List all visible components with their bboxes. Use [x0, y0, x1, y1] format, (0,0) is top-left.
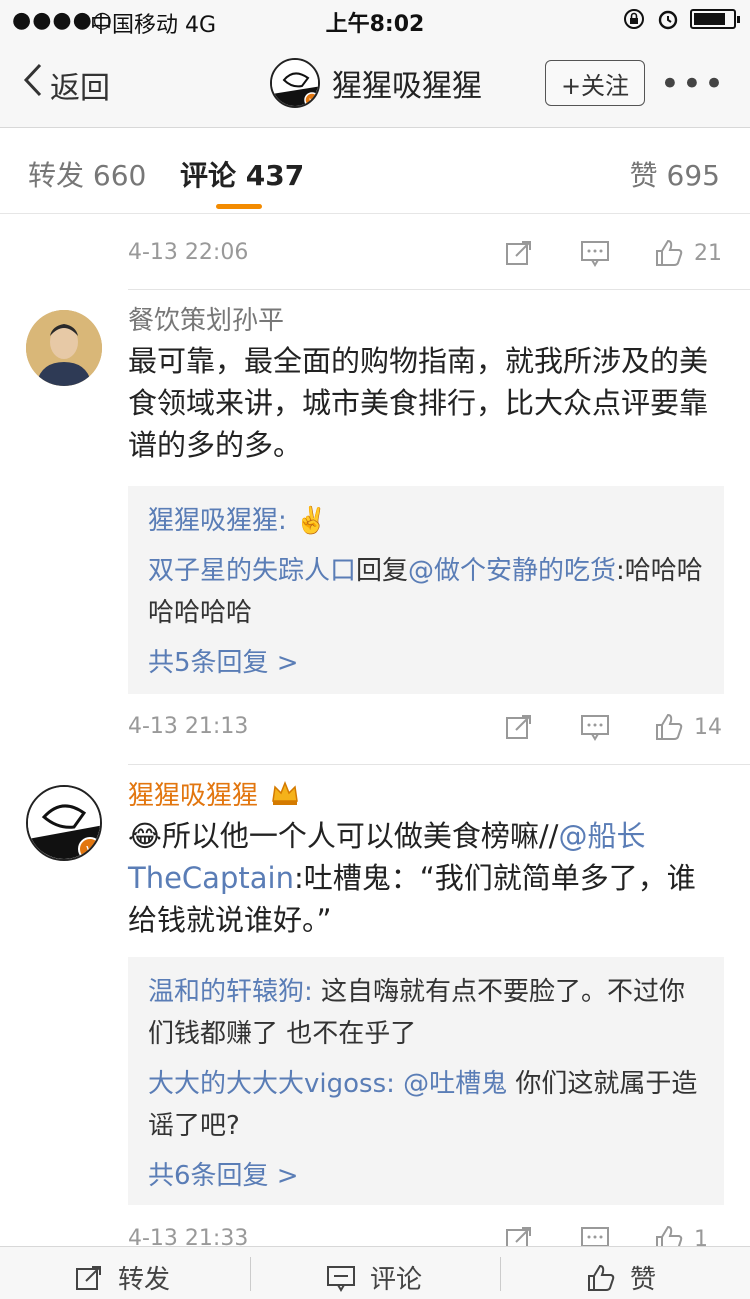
alarm-icon — [658, 10, 678, 30]
reply-text: ✌️ — [286, 506, 328, 536]
status-bar: ●●●●○ 中国移动 4G 上午8:02 — [0, 0, 750, 40]
like-count: 14 — [694, 714, 722, 740]
page-title: 猩猩吸猩猩 — [332, 69, 482, 104]
comment-time: 4-13 22:06 — [128, 240, 249, 265]
reply-icon[interactable] — [580, 712, 610, 742]
divider — [128, 764, 750, 765]
thumbs-up-icon — [656, 713, 683, 740]
back-button[interactable]: 返回 — [22, 62, 110, 107]
repost-comment-icon[interactable] — [504, 712, 534, 742]
reply-box[interactable]: 猩猩吸猩猩: ✌️ 双子星的失踪人口回复@做个安静的吃货:哈哈哈哈哈哈哈 共5条… — [128, 486, 724, 694]
back-label: 返回 — [50, 70, 110, 106]
reply-mention[interactable]: @做个安静的吃货 — [408, 556, 616, 586]
tab-comments[interactable]: 评论 437 — [180, 154, 304, 194]
avatar: v — [270, 58, 320, 108]
comment-text: 最可靠，最全面的购物指南，就我所涉及的美食领域来讲，城市美食排行，比大众点评要靠… — [128, 344, 709, 462]
comment-time: 4-13 21:13 — [128, 714, 249, 739]
follow-button[interactable]: +关注 — [545, 60, 645, 106]
reply-author[interactable]: 猩猩吸猩猩: — [148, 506, 287, 536]
tab-bar: 转发 660 评论 437 赞 695 — [0, 128, 750, 214]
more-icon[interactable]: ••• — [660, 64, 726, 104]
comment-author[interactable]: 猩猩吸猩猩 — [128, 775, 300, 814]
reply-line: 大大的大大大vigoss: @吐槽鬼 你们这就属于造谣了吧? — [148, 1063, 704, 1147]
repost-icon — [76, 1265, 101, 1290]
reply-author[interactable]: 温和的轩辕狗: — [148, 977, 313, 1007]
like-label: 赞 — [630, 1265, 657, 1295]
divider — [250, 1257, 251, 1291]
author-name: 猩猩吸猩猩 — [128, 781, 259, 811]
repost-label: 转发 — [118, 1265, 171, 1295]
repost-comment-icon[interactable] — [504, 238, 534, 268]
chevron-left-icon — [22, 62, 44, 107]
nav-bar: 返回 v 猩猩吸猩猩 +关注 ••• — [0, 40, 750, 128]
rotation-lock-icon — [624, 9, 644, 29]
bottom-action-bar: 转发 评论 赞 — [0, 1246, 750, 1299]
nav-title[interactable]: v 猩猩吸猩猩 — [270, 58, 482, 108]
reply-mention[interactable]: @吐槽鬼 — [395, 1069, 507, 1099]
view-all-replies-link[interactable]: 共5条回复 > — [148, 642, 704, 684]
comment-author[interactable]: 餐饮策划孙平 — [128, 300, 284, 337]
view-all-replies-link[interactable]: 共6条回复 > — [148, 1155, 704, 1197]
svg-text:v: v — [86, 842, 94, 858]
reply-line: 双子星的失踪人口回复@做个安静的吃货:哈哈哈哈哈哈哈 — [148, 550, 704, 634]
laughing-emoji-icon: 😂 — [128, 819, 162, 853]
tab-repost[interactable]: 转发 660 — [28, 154, 146, 194]
reply-author[interactable]: 大大的大大大vigoss: — [148, 1069, 395, 1099]
active-tab-indicator — [216, 204, 262, 209]
comment-meta: 4-13 21:13 14 — [0, 700, 750, 760]
reply-box[interactable]: 温和的轩辕狗: 这自嗨就有点不要脸了。不过你们钱都赚了 也不在乎了 大大的大大大… — [128, 957, 724, 1205]
battery-icon — [690, 9, 740, 29]
divider — [128, 289, 750, 290]
comment-meta: 4-13 22:06 21 — [0, 226, 750, 286]
like-button[interactable]: 21 — [654, 238, 722, 268]
tab-likes[interactable]: 赞 695 — [630, 154, 720, 194]
comment-icon — [327, 1265, 355, 1292]
reply-author[interactable]: 双子星的失踪人口 — [148, 556, 356, 586]
divider — [500, 1257, 501, 1291]
comment-text: 😂所以他一个人可以做美食榜嘛//@船长TheCaptain:吐槽鬼：“我们就简单… — [128, 819, 696, 937]
reply-icon[interactable] — [580, 238, 610, 268]
avatar[interactable]: v — [26, 785, 102, 861]
thumbs-up-icon — [656, 239, 683, 266]
repost-button[interactable]: 转发 — [74, 1259, 170, 1296]
like-count: 21 — [694, 240, 722, 266]
avatar[interactable] — [26, 310, 102, 386]
vip-crown-icon — [270, 779, 300, 814]
reply-line: 猩猩吸猩猩: ✌️ — [148, 500, 704, 542]
reply-line: 温和的轩辕狗: 这自嗨就有点不要脸了。不过你们钱都赚了 也不在乎了 — [148, 971, 704, 1055]
like-button[interactable]: 赞 — [586, 1259, 656, 1296]
reply-text: 回复 — [356, 556, 409, 586]
like-button[interactable]: 14 — [654, 712, 722, 742]
comment-label: 评论 — [370, 1265, 423, 1295]
thumbs-up-icon — [588, 1264, 615, 1291]
comment-button[interactable]: 评论 — [326, 1259, 422, 1296]
svg-text:v: v — [309, 96, 315, 107]
